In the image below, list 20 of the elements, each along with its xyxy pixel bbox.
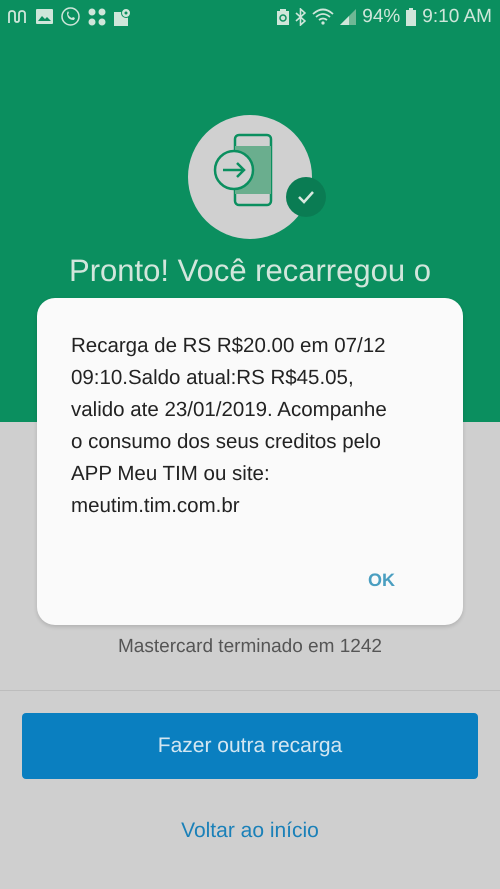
payment-card-text: Mastercard terminado em 1242: [118, 636, 382, 659]
battery-icon: [406, 8, 416, 26]
image-icon: [36, 9, 53, 24]
wifi-icon: [312, 8, 334, 25]
dialog-message: Recarga de RS R$20.00 em 07/12 09:10.Saldo atual:RS R$45.05, valido ate 23/01/2019. Acompanhe o consumo dos seus creditos pelo APP Meu TIM ou site: meutim.tim.com.br: [71, 333, 388, 519]
phone-recharge-icon: [188, 115, 312, 239]
check-badge-icon: [286, 177, 326, 217]
map-icon: [114, 8, 131, 26]
battery-percent: 94%: [362, 6, 400, 28]
app-icon: [8, 10, 28, 24]
apps-icon: [88, 8, 106, 26]
phone-icon: [61, 7, 80, 26]
clock: 9:10 AM: [422, 6, 492, 28]
battery-saver-icon: [277, 8, 290, 24]
signal-icon: [340, 8, 356, 24]
recharge-again-button[interactable]: Fazer outra recarga: [22, 713, 478, 779]
back-home-link[interactable]: Voltar ao início: [181, 819, 319, 843]
success-title: Pronto! Você recarregou o: [69, 253, 431, 289]
ok-button[interactable]: OK: [360, 566, 403, 595]
bluetooth-icon: [295, 8, 306, 26]
